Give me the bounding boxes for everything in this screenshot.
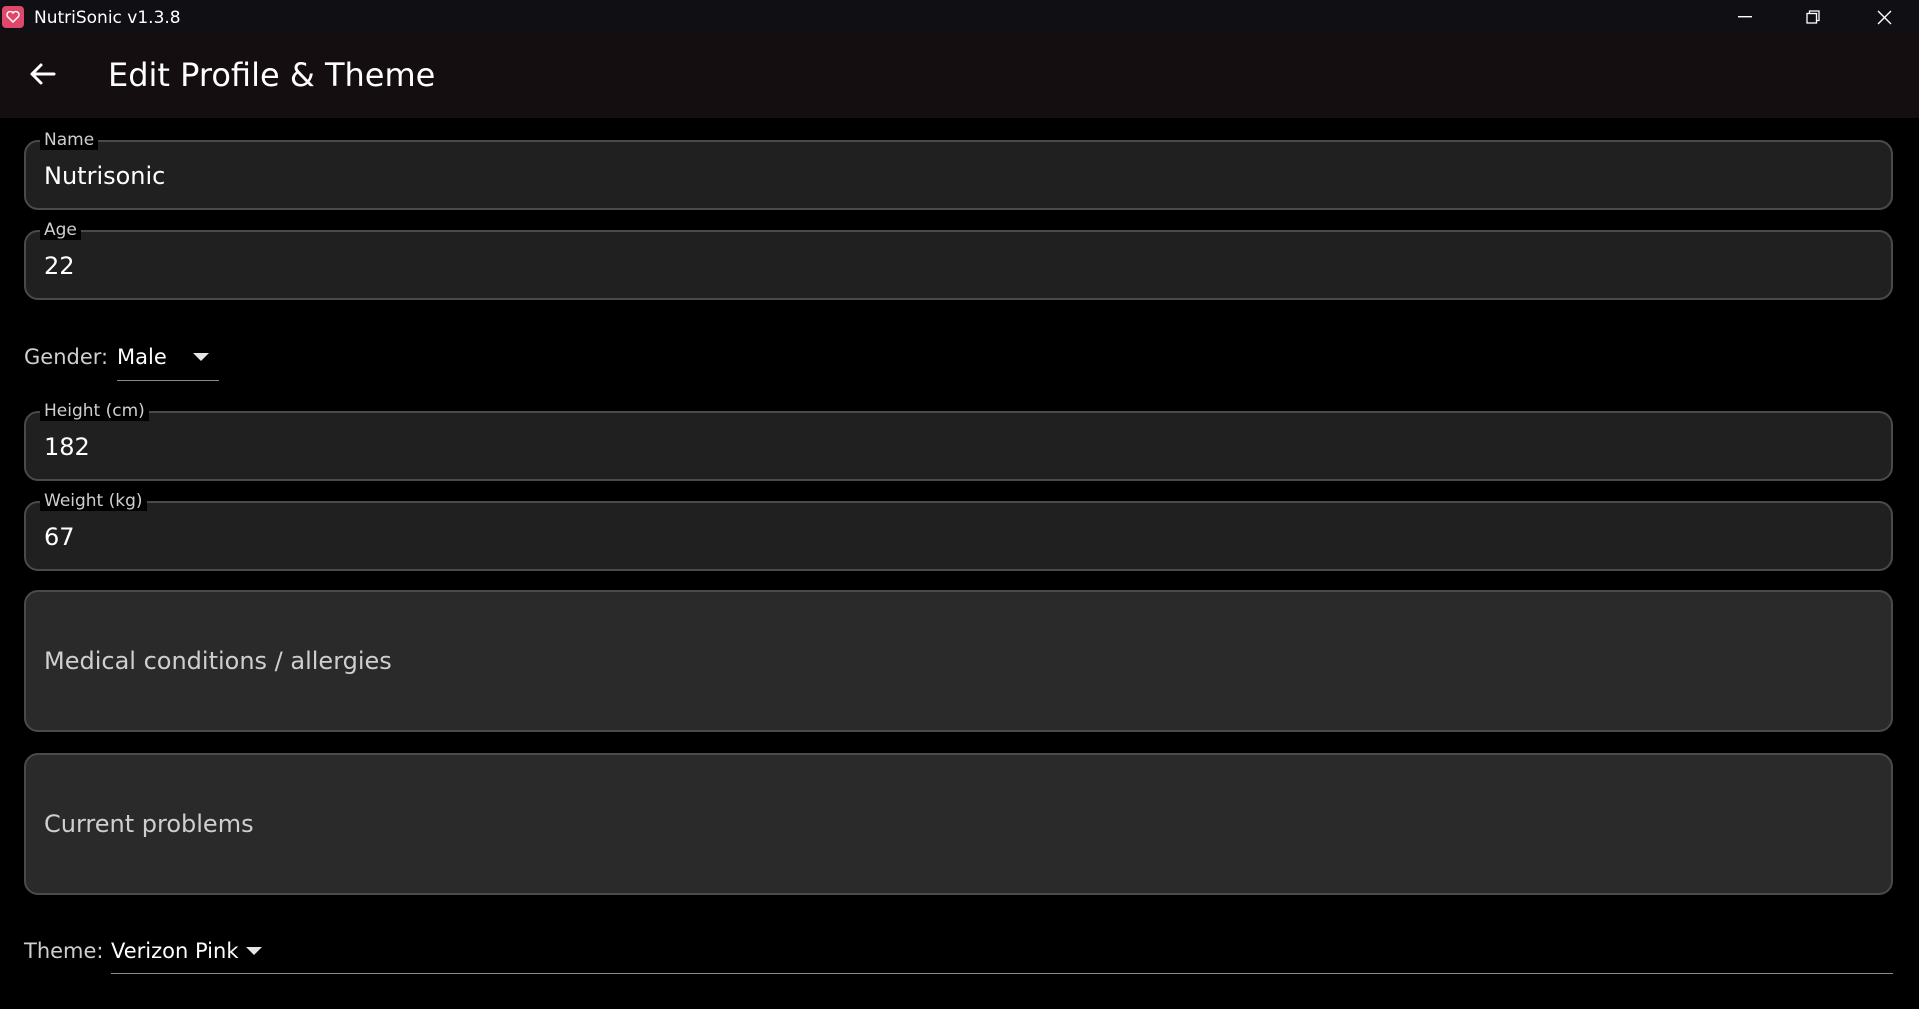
heart-app-icon xyxy=(2,6,24,28)
chevron-down-icon xyxy=(246,947,262,955)
age-field[interactable]: Age 22 xyxy=(24,220,1893,300)
gender-dropdown[interactable]: Male xyxy=(117,338,219,381)
height-label: Height (cm) xyxy=(40,401,149,421)
page-title: Edit Profile & Theme xyxy=(108,56,436,94)
close-button[interactable] xyxy=(1849,0,1919,34)
theme-value: Verizon Pink xyxy=(111,939,239,963)
current-problems-textarea[interactable]: Current problems xyxy=(24,753,1893,895)
medical-conditions-placeholder: Medical conditions / allergies xyxy=(44,647,392,675)
restore-icon xyxy=(1806,10,1820,24)
minimize-icon xyxy=(1738,16,1752,18)
heart-icon xyxy=(6,11,20,23)
height-field[interactable]: Height (cm) 182 xyxy=(24,401,1893,481)
weight-value: 67 xyxy=(44,523,75,551)
gender-value: Male xyxy=(117,345,167,369)
profile-form: Name Nutrisonic Age 22 Gender: Male Heig… xyxy=(0,118,1919,1009)
name-label: Name xyxy=(40,130,99,150)
restore-button[interactable] xyxy=(1778,0,1848,34)
height-value: 182 xyxy=(44,433,90,461)
chevron-down-icon xyxy=(193,353,209,361)
gender-label: Gender: xyxy=(24,345,109,369)
minimize-button[interactable] xyxy=(1710,0,1780,34)
name-value: Nutrisonic xyxy=(44,162,166,190)
back-button[interactable] xyxy=(22,54,62,94)
theme-dropdown[interactable]: Verizon Pink xyxy=(111,931,1893,974)
weight-field[interactable]: Weight (kg) 67 xyxy=(24,491,1893,571)
close-icon xyxy=(1877,10,1891,24)
current-problems-placeholder: Current problems xyxy=(44,810,254,838)
arrow-left-icon xyxy=(30,63,56,85)
window-titlebar: NutriSonic v1.3.8 xyxy=(0,0,1919,34)
medical-conditions-textarea[interactable]: Medical conditions / allergies xyxy=(24,590,1893,732)
weight-label: Weight (kg) xyxy=(40,491,147,511)
theme-label: Theme: xyxy=(24,939,104,963)
window-title: NutriSonic v1.3.8 xyxy=(34,8,181,28)
age-value: 22 xyxy=(44,252,75,280)
app-bar: Edit Profile & Theme xyxy=(0,34,1919,118)
name-field[interactable]: Name Nutrisonic xyxy=(24,130,1893,210)
age-label: Age xyxy=(40,220,81,240)
